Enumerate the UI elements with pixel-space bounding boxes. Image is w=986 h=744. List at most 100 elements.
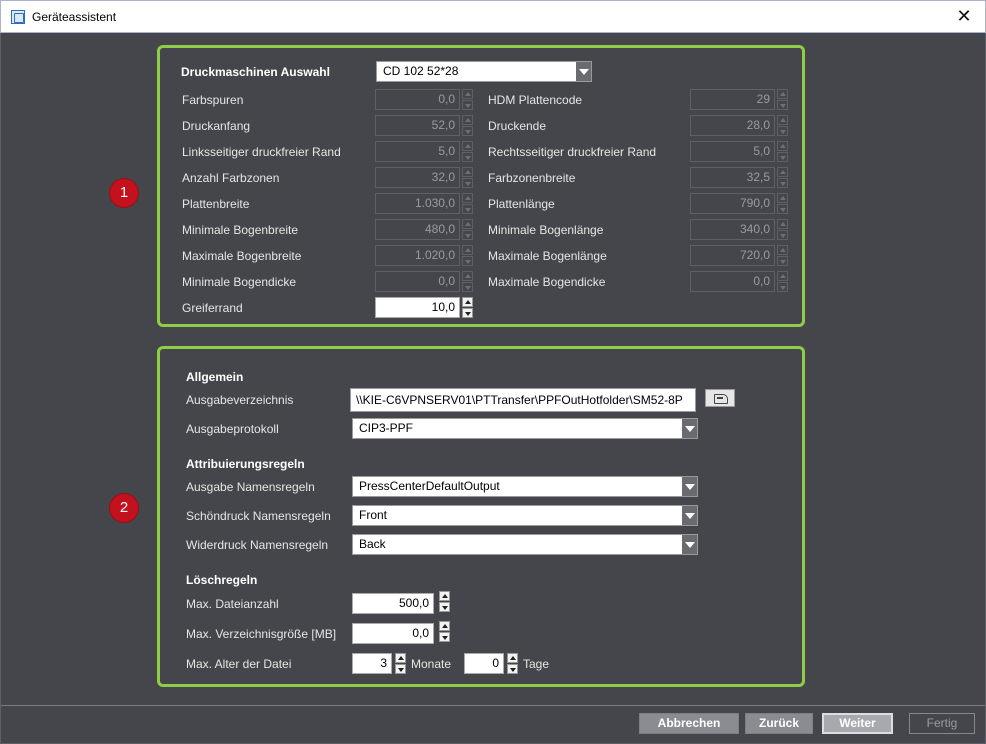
spin-down-icon[interactable] xyxy=(462,100,473,110)
spin-down-icon[interactable] xyxy=(462,152,473,162)
spinner-max-bogenlaenge[interactable] xyxy=(777,245,788,266)
chevron-down-icon[interactable] xyxy=(682,477,697,496)
spin-down-icon[interactable] xyxy=(777,230,788,240)
field-plattenlaenge[interactable]: 790,0 xyxy=(690,193,775,214)
spin-up-icon[interactable] xyxy=(462,219,473,229)
press-select-dropdown[interactable]: CD 102 52*28 xyxy=(376,61,592,82)
protocol-dropdown[interactable]: CIP3-PPF xyxy=(352,418,698,439)
spin-up-icon[interactable] xyxy=(462,271,473,281)
spinner-rechter-rand[interactable] xyxy=(777,141,788,162)
spin-up-icon[interactable] xyxy=(777,115,788,125)
next-button[interactable]: Weiter xyxy=(822,713,893,734)
spin-up-icon[interactable] xyxy=(777,167,788,177)
max-files-field[interactable]: 500,0 xyxy=(352,593,434,614)
spin-down-icon[interactable] xyxy=(777,178,788,188)
spin-down-icon[interactable] xyxy=(462,256,473,266)
field-max-bogenbreite[interactable]: 1.020,0 xyxy=(375,245,460,266)
spin-up-icon[interactable] xyxy=(462,167,473,177)
field-hdm-plattencode[interactable]: 29 xyxy=(690,89,775,110)
spin-down-icon[interactable] xyxy=(777,100,788,110)
spin-up-icon[interactable] xyxy=(462,141,473,151)
chevron-down-icon[interactable] xyxy=(682,506,697,525)
spinner-max-bogenbreite[interactable] xyxy=(462,245,473,266)
field-druckende[interactable]: 28,0 xyxy=(690,115,775,136)
spin-down-icon[interactable] xyxy=(507,664,518,674)
spin-up-icon[interactable] xyxy=(439,621,450,631)
spinner-anzahl-farbzonen[interactable] xyxy=(462,167,473,188)
output-dir-field[interactable]: \\KIE-C6VPNSERV01\PTTransfer\PPFOutHotfo… xyxy=(350,388,696,412)
spinner-min-bogendicke[interactable] xyxy=(462,271,473,292)
spin-down-icon[interactable] xyxy=(462,308,473,318)
output-naming-dropdown[interactable]: PressCenterDefaultOutput xyxy=(352,476,698,497)
spin-down-icon[interactable] xyxy=(462,282,473,292)
spin-down-icon[interactable] xyxy=(462,204,473,214)
field-anzahl-farbzonen[interactable]: 32,0 xyxy=(375,167,460,188)
spin-up-icon[interactable] xyxy=(777,219,788,229)
close-icon[interactable]: ✕ xyxy=(953,5,975,27)
spin-down-icon[interactable] xyxy=(439,602,450,612)
spinner-months[interactable] xyxy=(395,653,406,674)
spin-up-icon[interactable] xyxy=(777,245,788,255)
spin-down-icon[interactable] xyxy=(439,632,450,642)
spin-down-icon[interactable] xyxy=(777,204,788,214)
spin-down-icon[interactable] xyxy=(777,282,788,292)
field-min-bogenbreite[interactable]: 480,0 xyxy=(375,219,460,240)
field-farbzonenbreite[interactable]: 32,5 xyxy=(690,167,775,188)
spin-up-icon[interactable] xyxy=(777,141,788,151)
spin-up-icon[interactable] xyxy=(777,89,788,99)
spinner-days[interactable] xyxy=(507,653,518,674)
cancel-button[interactable]: Abbrechen xyxy=(639,713,739,734)
spin-down-icon[interactable] xyxy=(777,126,788,136)
spin-down-icon[interactable] xyxy=(462,178,473,188)
spin-up-icon[interactable] xyxy=(395,653,406,663)
max-dir-size-field[interactable]: 0,0 xyxy=(352,623,434,644)
spinner-plattenlaenge[interactable] xyxy=(777,193,788,214)
max-age-months-field[interactable]: 3 xyxy=(352,653,392,674)
chevron-down-icon[interactable] xyxy=(576,62,591,81)
spinner-max-bogendicke[interactable] xyxy=(777,271,788,292)
spinner-max-files[interactable] xyxy=(439,591,450,612)
spin-up-icon[interactable] xyxy=(462,89,473,99)
field-greiferrand[interactable]: 10,0 xyxy=(375,297,460,318)
spin-up-icon[interactable] xyxy=(462,297,473,307)
back-naming-dropdown[interactable]: Back xyxy=(352,534,698,555)
spinner-min-bogenbreite[interactable] xyxy=(462,219,473,240)
spin-down-icon[interactable] xyxy=(777,152,788,162)
spin-up-icon[interactable] xyxy=(439,591,450,601)
field-max-bogendicke[interactable]: 0,0 xyxy=(690,271,775,292)
spinner-plattenbreite[interactable] xyxy=(462,193,473,214)
spin-up-icon[interactable] xyxy=(462,245,473,255)
field-plattenbreite[interactable]: 1.030,0 xyxy=(375,193,460,214)
spin-down-icon[interactable] xyxy=(395,664,406,674)
spin-up-icon[interactable] xyxy=(462,115,473,125)
front-naming-dropdown[interactable]: Front xyxy=(352,505,698,526)
finish-button[interactable]: Fertig xyxy=(909,713,975,734)
field-rechter-rand[interactable]: 5,0 xyxy=(690,141,775,162)
spinner-druckende[interactable] xyxy=(777,115,788,136)
field-linker-rand[interactable]: 5,0 xyxy=(375,141,460,162)
field-farbspuren[interactable]: 0,0 xyxy=(375,89,460,110)
back-button[interactable]: Zurück xyxy=(745,713,813,734)
field-max-bogenlaenge[interactable]: 720,0 xyxy=(690,245,775,266)
folder-browse-icon[interactable] xyxy=(705,389,735,407)
field-min-bogenlaenge[interactable]: 340,0 xyxy=(690,219,775,240)
spinner-farbzonenbreite[interactable] xyxy=(777,167,788,188)
chevron-down-icon[interactable] xyxy=(682,419,697,438)
field-druckanfang[interactable]: 52,0 xyxy=(375,115,460,136)
spinner-farbspuren[interactable] xyxy=(462,89,473,110)
chevron-down-icon[interactable] xyxy=(682,535,697,554)
spin-up-icon[interactable] xyxy=(777,271,788,281)
spinner-hdm-plattencode[interactable] xyxy=(777,89,788,110)
spinner-min-bogenlaenge[interactable] xyxy=(777,219,788,240)
max-age-days-field[interactable]: 0 xyxy=(464,653,504,674)
spinner-greiferrand[interactable] xyxy=(462,297,473,318)
spinner-linker-rand[interactable] xyxy=(462,141,473,162)
spinner-max-dir-size[interactable] xyxy=(439,621,450,642)
spin-up-icon[interactable] xyxy=(507,653,518,663)
spin-down-icon[interactable] xyxy=(462,230,473,240)
spin-down-icon[interactable] xyxy=(462,126,473,136)
spin-up-icon[interactable] xyxy=(462,193,473,203)
spin-up-icon[interactable] xyxy=(777,193,788,203)
spin-down-icon[interactable] xyxy=(777,256,788,266)
field-min-bogendicke[interactable]: 0,0 xyxy=(375,271,460,292)
